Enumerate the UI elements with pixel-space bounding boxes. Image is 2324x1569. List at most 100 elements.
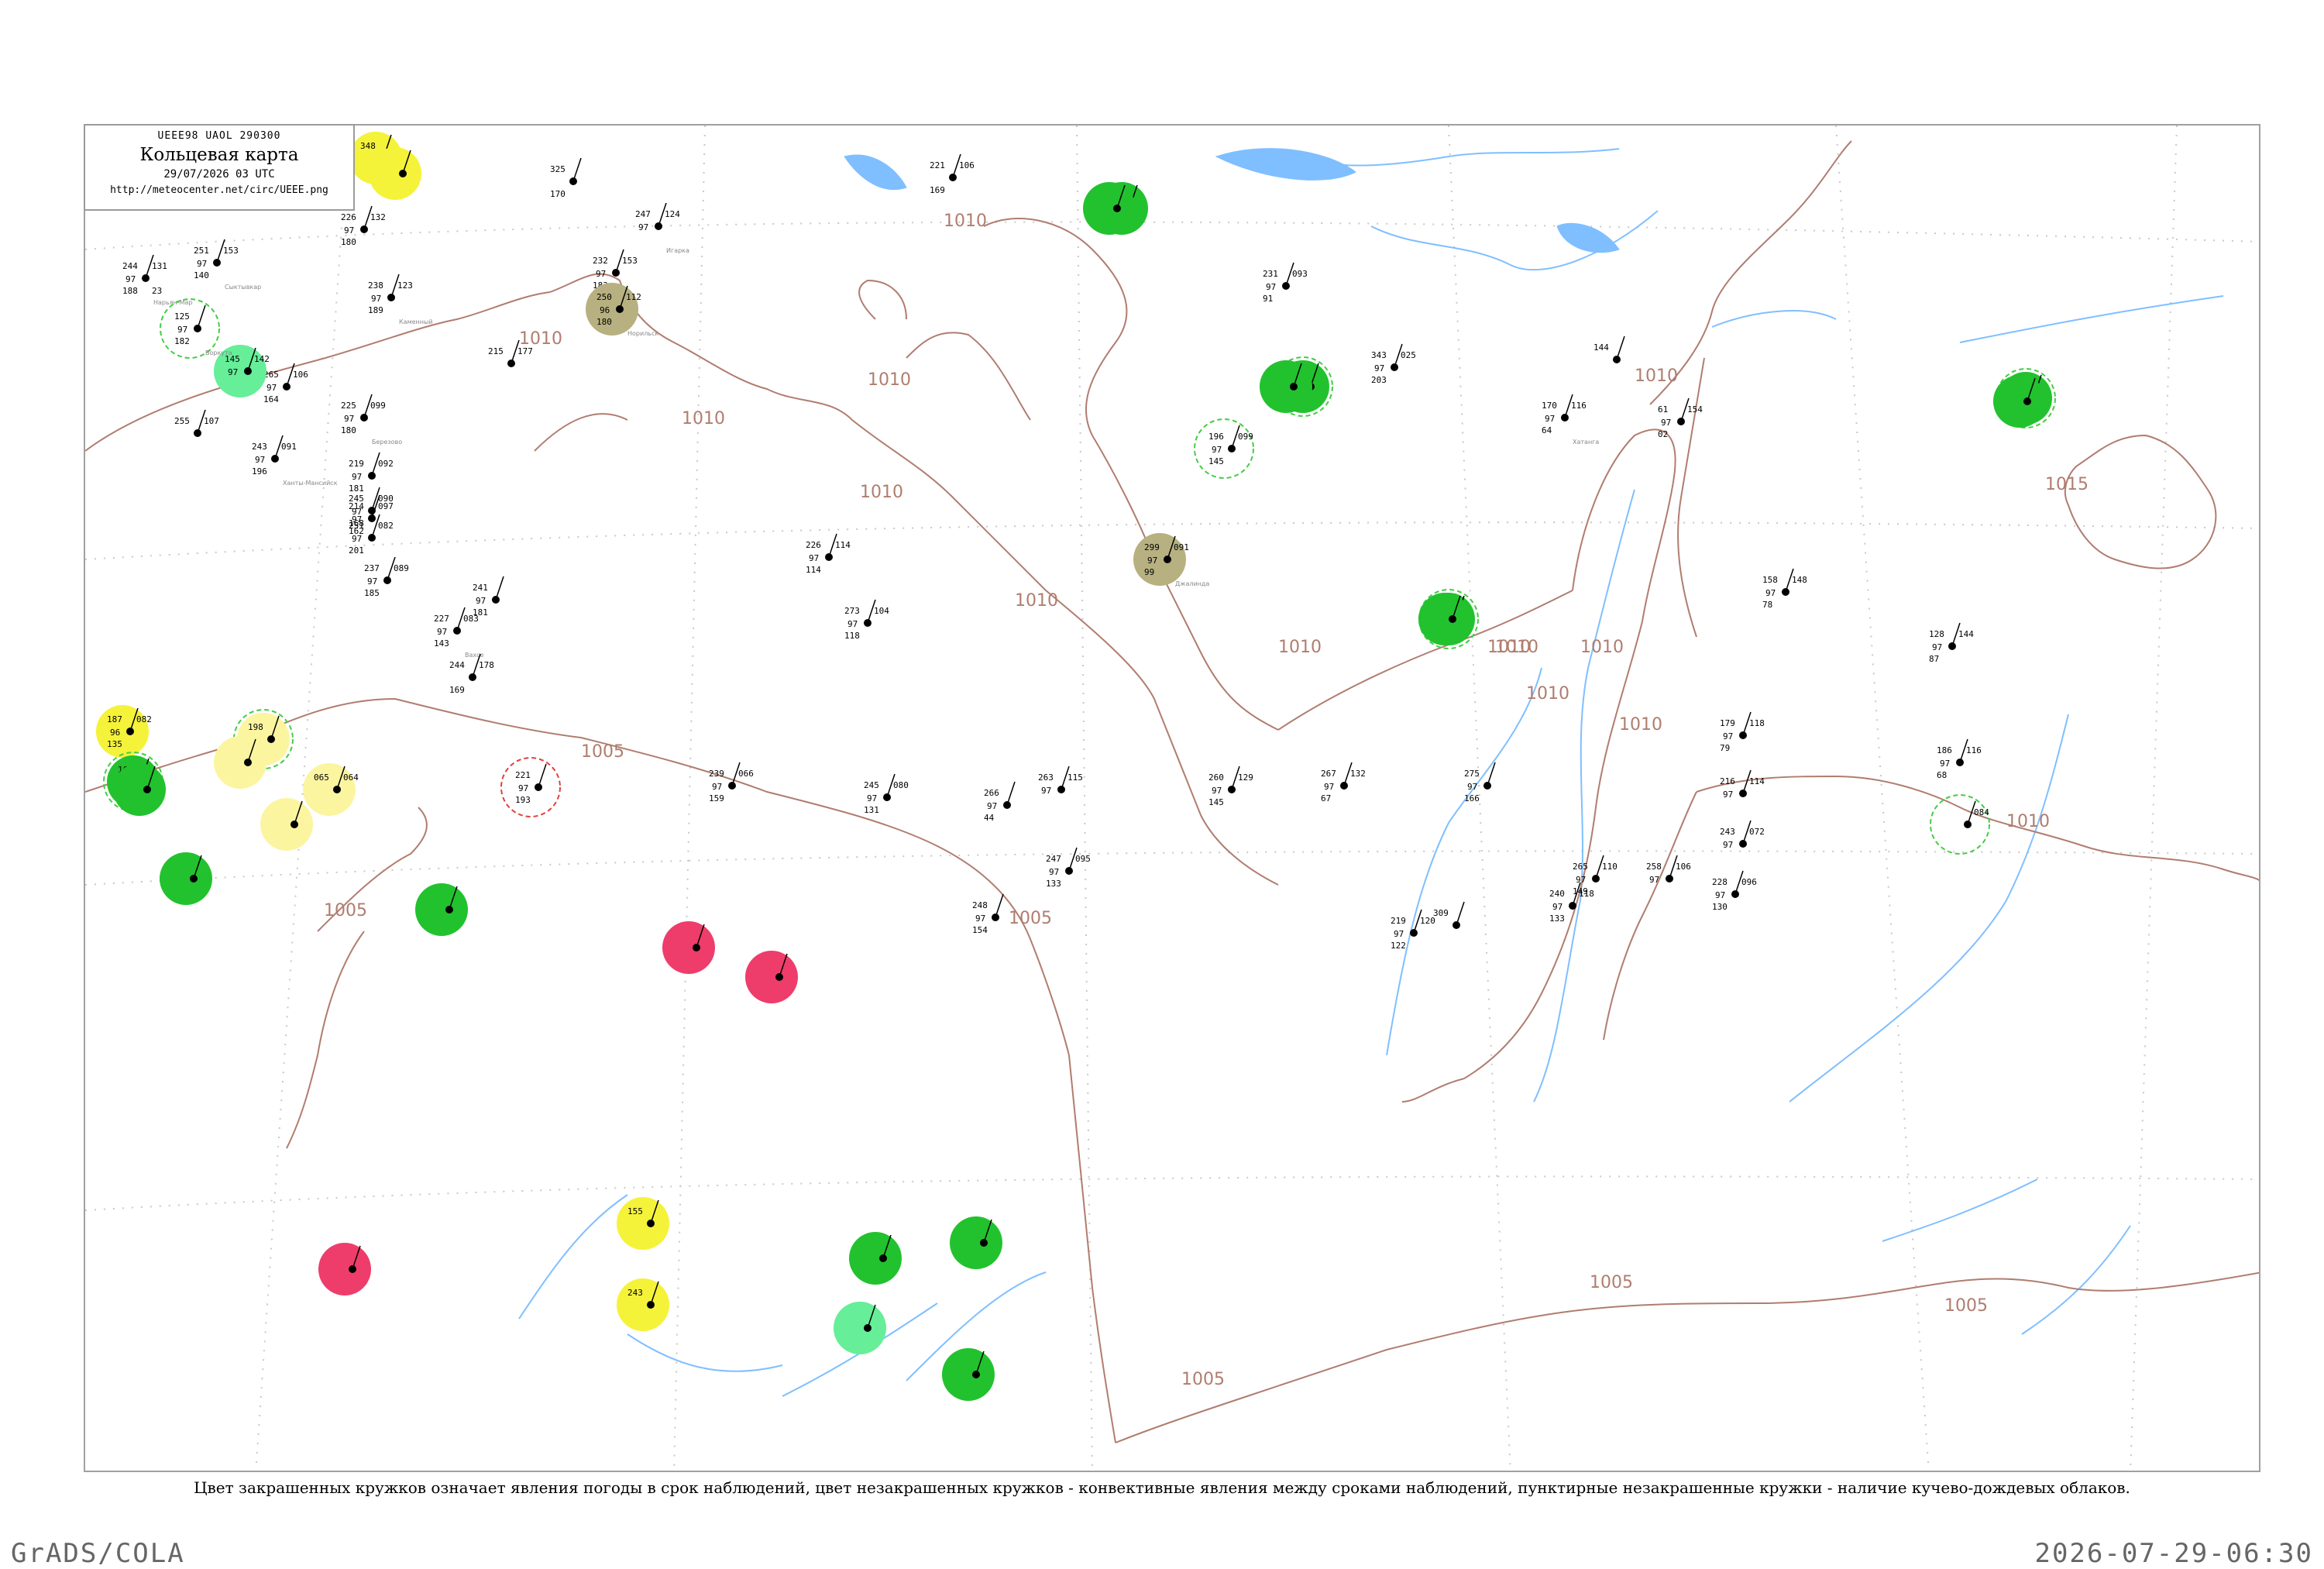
station-dew: 96: [110, 728, 120, 738]
station-pressure: 091: [1174, 542, 1189, 552]
station-dew: 97: [518, 783, 528, 793]
station-vis: 154: [972, 925, 988, 935]
station-marker: [369, 147, 421, 200]
station-vis: 169: [930, 185, 945, 195]
station-marker: 196 099 97145: [1194, 418, 1254, 479]
station-temp: 186: [1937, 745, 1952, 755]
weather-fill-circle: [745, 951, 798, 1003]
weather-fill-circle: [1418, 593, 1471, 645]
weather-fill-circle: [1083, 182, 1136, 235]
station-temp: 260: [1208, 772, 1224, 783]
footer-software: GrADS/COLA: [11, 1538, 185, 1569]
station-marker: 325 170: [550, 157, 582, 199]
station-vis: 166: [1464, 793, 1480, 803]
station-pressure: 148: [1792, 575, 1807, 585]
station-vis: 78: [1762, 600, 1772, 610]
station-dew: 97: [437, 627, 447, 637]
isobar-label: 1010: [1015, 591, 1058, 611]
station-vis: 133: [1549, 914, 1565, 924]
station-pressure: 025: [1401, 350, 1416, 360]
station-vis: 188: [122, 286, 138, 296]
station-temp: 179: [1720, 718, 1735, 728]
station-vis: 145: [1208, 797, 1224, 807]
station-dew: 97: [476, 596, 486, 606]
station-temp: 232: [593, 256, 608, 266]
station-marker: [849, 1232, 902, 1285]
station-marker: 155: [617, 1197, 669, 1250]
station-marker: 244 178 169: [449, 653, 494, 695]
station-temp: 196: [1208, 432, 1224, 442]
station-pressure: 118: [1579, 889, 1594, 899]
station-marker: 266 97 44: [984, 781, 1016, 823]
station-pressure: 106: [1676, 862, 1691, 872]
station-vis: 189: [368, 305, 383, 315]
station-marker: 158 148 97 78: [1762, 568, 1807, 610]
station-pressure: 112: [626, 292, 641, 302]
station-pressure: 114: [1749, 776, 1765, 786]
station-temp: 065: [314, 772, 329, 783]
station-vis: 193: [515, 795, 531, 805]
station-marker: 225 099 97180 Березово: [341, 394, 402, 446]
station-temp: 226: [806, 540, 821, 550]
station-dew: 97: [1576, 875, 1586, 885]
station-temp: 219: [1391, 916, 1406, 926]
station-vis: 87: [1929, 654, 1939, 664]
station-dew: 97: [1266, 282, 1276, 292]
station-marker: 238 123 97189 Каменный: [368, 274, 433, 325]
map-title: Кольцевая карта: [139, 145, 299, 165]
weather-fill-circle: [113, 763, 166, 816]
isobar-label: 1005: [581, 742, 624, 762]
station-vis: 64: [1542, 425, 1552, 435]
graticule: [85, 126, 2259, 1471]
isobar-label: 1010: [1526, 684, 1569, 704]
station-marker: 247 095 97 133: [1046, 847, 1091, 889]
isobar-label: 1010: [1580, 638, 1624, 657]
isobar-label: 1015: [2045, 475, 2089, 494]
station-marker: 299 091 9799 Джалинда: [1133, 533, 1209, 587]
station-temp: 258: [1646, 862, 1662, 872]
station-temp: 170: [1542, 401, 1557, 411]
weather-fill-circle: [260, 798, 313, 851]
station-marker: 243: [617, 1278, 669, 1331]
station-pressure: 082: [378, 521, 394, 531]
map-url[interactable]: http://meteocenter.net/circ/UEEE.png: [85, 184, 353, 196]
station-vis: 133: [1046, 879, 1061, 889]
station-dew: 97: [228, 367, 238, 377]
station-dew: 97: [1467, 782, 1477, 792]
station-vis: 180: [341, 237, 356, 247]
wind-barb: [1006, 781, 1016, 806]
station-pressure: 096: [1741, 877, 1757, 887]
weather-fill-circle: [214, 736, 266, 789]
isobar-label: 1010: [1619, 715, 1662, 735]
station-marker: 248 97154: [972, 893, 1004, 935]
station-marker: 226 114 97 114: [806, 533, 851, 575]
station-vis: 140: [194, 270, 209, 280]
station-temp: 251: [194, 246, 209, 256]
station-dew: 97: [809, 553, 819, 563]
station-pressure: 154: [1687, 404, 1703, 415]
station-marker: 247 124 97 Игарка: [635, 202, 689, 254]
station-pressure: 089: [394, 563, 409, 573]
station-temp: 225: [341, 401, 356, 411]
station-temp: 343: [1371, 350, 1387, 360]
station-vis: 130: [1712, 902, 1728, 912]
station-dew: 97: [125, 274, 136, 284]
station-marker: 219 092 97181: [349, 452, 394, 494]
isobar-labels: 1010 1010 1010 1010 1010 1010 1010 1010 …: [324, 212, 2089, 1389]
station-vis: 67: [1321, 793, 1331, 803]
isobar-label: 1010: [1635, 366, 1678, 386]
station-temp: 251: [349, 521, 364, 531]
weather-fill-circle: [318, 1243, 371, 1295]
station-marker: 228 096 97 130: [1712, 870, 1757, 912]
station-marker: 226 132 97180: [341, 205, 386, 247]
station-pressure: 091: [281, 442, 297, 452]
station-dew: 97: [1649, 875, 1659, 885]
station-pressure: 083: [463, 614, 479, 624]
station-pressure: 124: [665, 209, 680, 219]
station-marker: 227 083 97143 Вахсе: [434, 607, 484, 659]
station-vis: 91: [1263, 294, 1273, 304]
wind-barb: [1456, 901, 1465, 926]
station-name: Сыктывкар: [225, 284, 261, 291]
station-temp: 266: [984, 788, 999, 798]
station-name: Воркута: [205, 349, 232, 356]
